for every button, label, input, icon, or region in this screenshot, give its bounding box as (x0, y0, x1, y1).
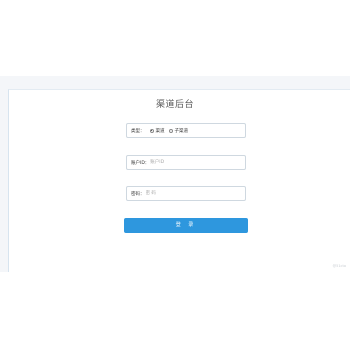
password-field: 密码： (126, 186, 246, 201)
type-selector: 类型： 渠道 子渠道 (126, 123, 246, 138)
password-input[interactable] (145, 188, 226, 199)
radio-sub-channel-label: 子渠道 (174, 128, 189, 134)
account-label: 账户ID： (131, 160, 150, 166)
account-input[interactable] (150, 157, 231, 168)
radio-checked-icon[interactable] (149, 128, 154, 133)
watermark: @51cto (332, 264, 346, 268)
page-title: 渠道后台 (155, 100, 194, 110)
radio-channel[interactable]: 渠道 (149, 128, 165, 134)
radio-unchecked-icon[interactable] (168, 128, 173, 133)
radio-channel-label: 渠道 (155, 128, 165, 134)
login-panel (8, 89, 350, 272)
login-button[interactable]: 登 录 (124, 218, 248, 233)
account-field: 账户ID： (126, 155, 246, 170)
type-label: 类型： (131, 128, 145, 134)
radio-sub-channel[interactable]: 子渠道 (168, 128, 189, 134)
password-label: 密码： (131, 191, 145, 197)
